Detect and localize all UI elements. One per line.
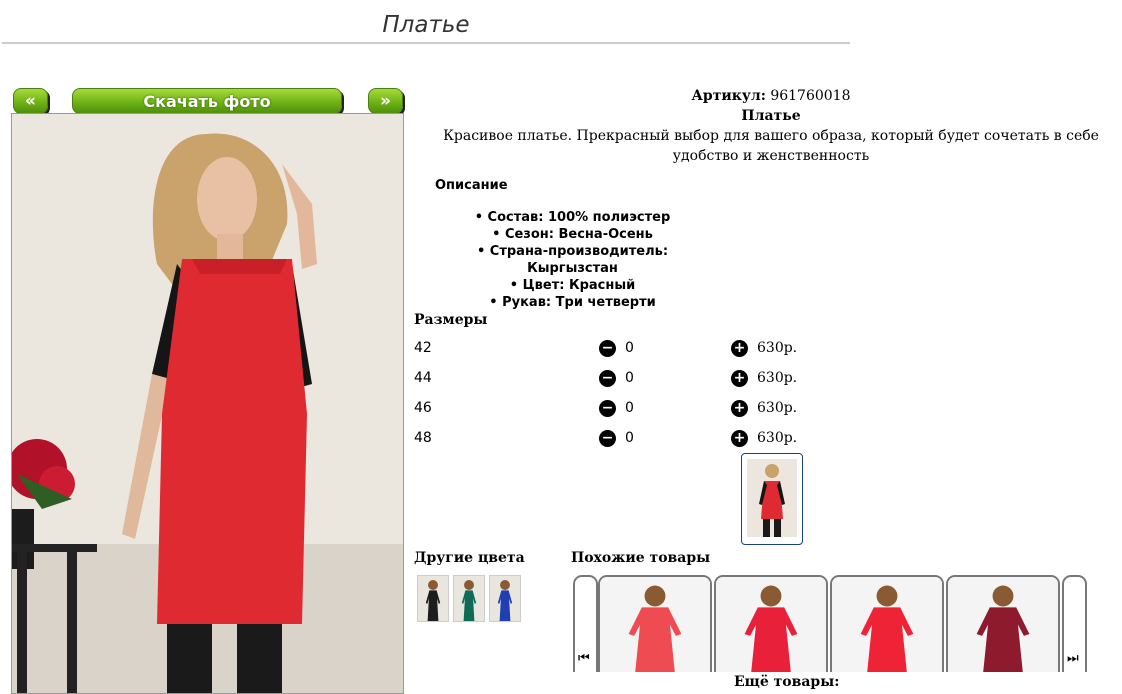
decrease-quantity-icon[interactable]: − — [599, 430, 616, 447]
article-line: Артикул: 961760018 — [430, 86, 1112, 106]
similar-product-image — [716, 577, 826, 672]
other-color-thumbnail[interactable] — [417, 575, 449, 622]
article-value: 961760018 — [770, 88, 851, 104]
article-label: Артикул: — [691, 88, 766, 104]
similar-product-card[interactable] — [714, 575, 828, 672]
quantity-value: 0 — [625, 370, 634, 386]
property-item: Сезон: Весна-Осень — [435, 226, 710, 243]
properties-list: Состав: 100% полиэстер Сезон: Весна-Осен… — [435, 209, 710, 311]
quantity-value: 0 — [625, 430, 634, 446]
property-item: Состав: 100% полиэстер — [435, 209, 710, 226]
size-label: 46 — [414, 400, 432, 416]
page-title: Платье — [2, 12, 850, 44]
size-row: 42 − 0 + 630р. — [414, 338, 814, 360]
skip-back-icon: ⏮ — [578, 651, 590, 666]
product-name: Платье — [741, 108, 801, 124]
size-price: 630р. — [757, 340, 798, 356]
carousel-next-button[interactable]: ⏭ — [1062, 575, 1087, 672]
similar-product-card[interactable] — [946, 575, 1060, 672]
skip-forward-icon: ⏭ — [1067, 651, 1079, 666]
other-color-thumbnail[interactable] — [489, 575, 521, 622]
decrease-quantity-icon[interactable]: − — [599, 370, 616, 387]
similar-product-card[interactable] — [830, 575, 944, 672]
thumbnail-image — [747, 459, 797, 537]
decrease-quantity-icon[interactable]: − — [599, 340, 616, 357]
increase-quantity-icon[interactable]: + — [731, 400, 748, 417]
size-label: 48 — [414, 430, 432, 446]
decrease-quantity-icon[interactable]: − — [599, 400, 616, 417]
size-price: 630р. — [757, 430, 798, 446]
size-row: 46 − 0 + 630р. — [414, 398, 814, 420]
property-item: Страна-производитель: Кыргызстан — [435, 243, 710, 277]
download-photo-button[interactable]: Скачать фото — [72, 88, 342, 114]
more-products-label: Ещё товары: — [734, 674, 840, 690]
property-item: Цвет: Красный — [435, 277, 710, 294]
quantity-value: 0 — [625, 340, 634, 356]
other-color-image — [418, 576, 448, 621]
size-label: 42 — [414, 340, 432, 356]
similar-product-image — [832, 577, 942, 672]
product-tagline: Красивое платье. Прекрасный выбор для ва… — [443, 128, 1099, 164]
quantity-value: 0 — [625, 400, 634, 416]
sizes-title: Размеры — [414, 312, 488, 328]
other-color-thumbnail[interactable] — [453, 575, 485, 622]
size-price: 630р. — [757, 400, 798, 416]
other-color-image — [454, 576, 484, 621]
similar-product-card[interactable] — [598, 575, 712, 672]
other-color-image — [490, 576, 520, 621]
prev-photo-button[interactable]: « — [13, 88, 48, 114]
increase-quantity-icon[interactable]: + — [731, 340, 748, 357]
other-colors-title: Другие цвета — [414, 550, 525, 566]
similar-products-title: Похожие товары — [571, 550, 711, 566]
description-title: Описание — [435, 178, 508, 193]
product-info: Артикул: 961760018 Платье Красивое плать… — [430, 86, 1112, 166]
carousel-prev-button[interactable]: ⏮ — [573, 575, 598, 672]
main-product-photo[interactable] — [11, 113, 404, 694]
similar-product-image — [600, 577, 710, 672]
size-price: 630р. — [757, 370, 798, 386]
property-item: Рукав: Три четверти — [435, 294, 710, 311]
product-photo-thumbnail[interactable] — [741, 453, 803, 545]
similar-product-image — [948, 577, 1058, 672]
increase-quantity-icon[interactable]: + — [731, 370, 748, 387]
size-row: 48 − 0 + 630р. — [414, 428, 814, 450]
next-photo-button[interactable]: » — [368, 88, 403, 114]
model-in-red-dress-image — [12, 114, 403, 693]
increase-quantity-icon[interactable]: + — [731, 430, 748, 447]
size-row: 44 − 0 + 630р. — [414, 368, 814, 390]
size-label: 44 — [414, 370, 432, 386]
